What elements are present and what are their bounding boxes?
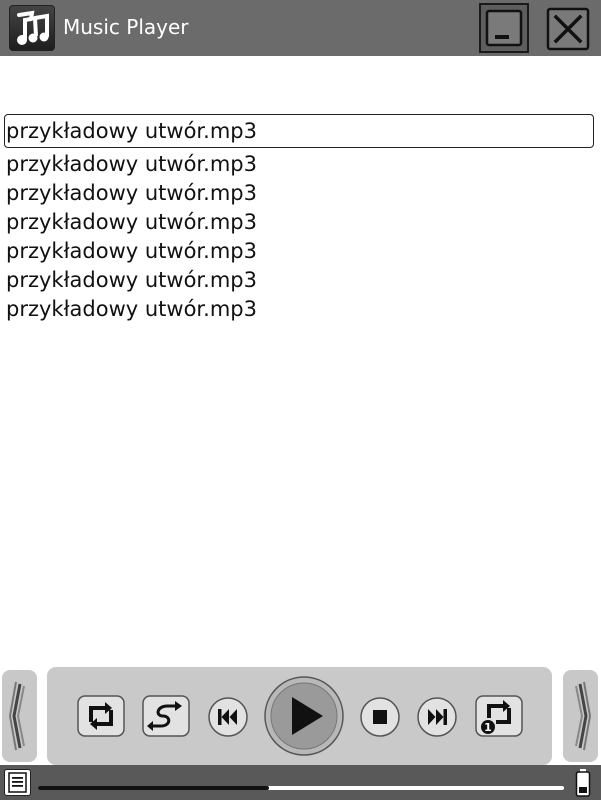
playlist-item[interactable]: przykładowy utwór.mp3 (4, 266, 594, 295)
shuffle-button[interactable] (141, 694, 191, 738)
repeat-button[interactable] (76, 694, 126, 738)
list-menu-icon (8, 772, 27, 793)
play-icon (264, 676, 344, 756)
window-title: Music Player (63, 15, 189, 39)
menu-button[interactable] (4, 769, 31, 796)
status-bar (0, 765, 601, 800)
close-button[interactable] (544, 3, 594, 53)
scroll-right-button[interactable] (563, 670, 598, 762)
play-button[interactable] (263, 675, 345, 757)
playlist-item[interactable]: przykładowy utwór.mp3 (4, 150, 594, 179)
svg-text:1: 1 (484, 721, 492, 734)
playlist-item[interactable]: przykładowy utwór.mp3 (4, 208, 594, 237)
progress-bar[interactable] (38, 786, 564, 790)
minimize-button[interactable] (479, 3, 529, 53)
next-button[interactable] (416, 696, 458, 738)
playlist-item[interactable]: przykładowy utwór.mp3 (4, 179, 594, 208)
music-notes-icon (9, 5, 55, 51)
playlist: przykładowy utwór.mp3 przykładowy utwór.m… (4, 114, 594, 324)
playlist-item-selected[interactable]: przykładowy utwór.mp3 (4, 114, 594, 148)
left-arrow-icon (8, 681, 25, 751)
repeat-one-button[interactable]: 1 (474, 694, 524, 738)
progress-fill (38, 786, 270, 790)
playlist-item[interactable]: przykładowy utwór.mp3 (4, 237, 594, 266)
close-icon (546, 7, 590, 51)
shuffle-icon (142, 695, 190, 737)
right-arrow-icon (575, 681, 592, 751)
minimize-icon (485, 9, 523, 47)
stop-button[interactable] (359, 696, 401, 738)
title-bar: Music Player (0, 0, 601, 56)
repeat-icon (77, 695, 125, 737)
battery-icon (575, 768, 591, 798)
stop-icon (360, 697, 400, 737)
next-icon (417, 697, 457, 737)
previous-icon (208, 697, 248, 737)
playback-controls: 1 (47, 667, 552, 765)
repeat-one-icon: 1 (475, 695, 523, 737)
scroll-left-button[interactable] (2, 670, 37, 762)
previous-button[interactable] (207, 696, 249, 738)
playlist-item[interactable]: przykładowy utwór.mp3 (4, 295, 594, 324)
